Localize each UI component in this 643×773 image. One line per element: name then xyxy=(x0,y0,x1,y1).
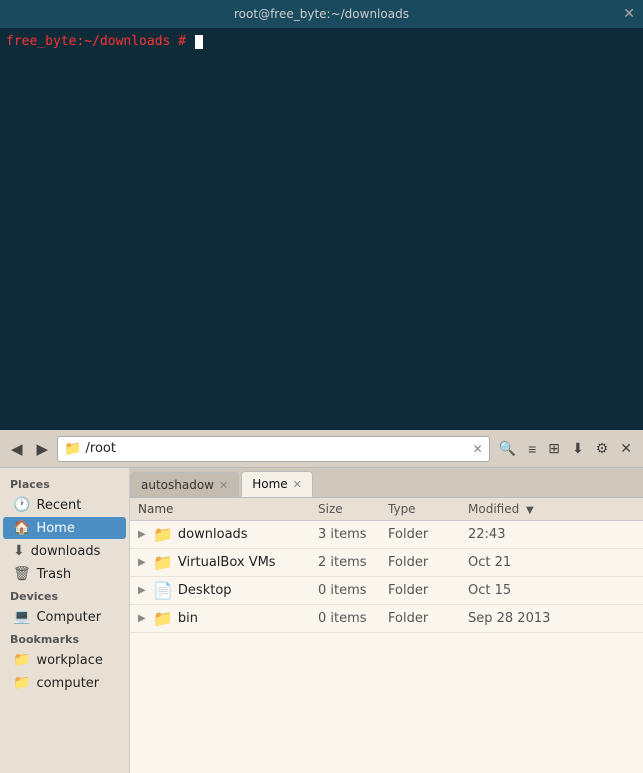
sidebar-item-downloads-label: downloads xyxy=(31,544,101,559)
sidebar-item-home-label: Home xyxy=(36,521,74,536)
fm-toolbar: ◀ ▶ 📁 /root ✕ 🔍 ≡ ⊞ ⬇ ⚙ ✕ xyxy=(0,430,643,468)
computer-bookmark-icon: 📁 xyxy=(13,675,30,691)
fm-table: Name Size Type Modified ▼ ▶ 📁 downloads … xyxy=(130,498,643,633)
sidebar-section-bookmarks: Bookmarks xyxy=(0,629,129,648)
location-text: /root xyxy=(86,441,116,456)
file-name: downloads xyxy=(178,527,248,542)
tab-home-label: Home xyxy=(252,477,287,491)
table-row[interactable]: ▶ 📄 Desktop 0 items Folder Oct 15 xyxy=(130,577,643,605)
terminal-cursor xyxy=(195,35,203,49)
fm-main: autoshadow ✕ Home ✕ Name Size Type xyxy=(130,468,643,773)
list-view-button[interactable]: ≡ xyxy=(523,438,541,460)
table-row[interactable]: ▶ 📁 downloads 3 items Folder 22:43 xyxy=(130,521,643,549)
toolbar-right: 🔍 ≡ ⊞ ⬇ ⚙ ✕ xyxy=(494,437,637,460)
tab-home[interactable]: Home ✕ xyxy=(241,471,313,497)
file-name-cell: ▶ 📄 Desktop xyxy=(138,581,302,600)
sidebar-item-computer-label: Computer xyxy=(36,610,101,625)
file-modified: Sep 28 2013 xyxy=(460,605,643,633)
table-header-row: Name Size Type Modified ▼ xyxy=(130,498,643,521)
file-name: bin xyxy=(178,611,198,626)
terminal-titlebar: root@free_byte:~/downloads ✕ xyxy=(0,0,643,28)
col-header-type[interactable]: Type xyxy=(380,498,460,521)
file-name: VirtualBox VMs xyxy=(178,555,276,570)
table-row[interactable]: ▶ 📁 VirtualBox VMs 2 items Folder Oct 21 xyxy=(130,549,643,577)
file-type-icon: 📁 xyxy=(153,553,173,572)
sidebar-item-recent-label: Recent xyxy=(36,498,81,513)
expand-icon: ▶ xyxy=(138,613,148,624)
sidebar-section-devices: Devices xyxy=(0,586,129,605)
recent-icon: 🕐 xyxy=(13,497,30,513)
home-icon: 🏠 xyxy=(13,520,30,536)
location-clear-button[interactable]: ✕ xyxy=(473,442,483,456)
fm-sidebar: Places 🕐 Recent 🏠 Home ⬇ downloads 🗑 Tra… xyxy=(0,468,130,773)
sidebar-item-workplace[interactable]: 📁 workplace xyxy=(3,649,126,671)
sidebar-section-places: Places xyxy=(0,474,129,493)
sidebar-item-trash[interactable]: 🗑 Trash xyxy=(3,563,126,585)
back-button[interactable]: ◀ xyxy=(6,437,28,461)
workplace-icon: 📁 xyxy=(13,652,30,668)
expand-icon: ▶ xyxy=(138,557,148,568)
file-size: 3 items xyxy=(310,521,380,549)
location-folder-icon: 📁 xyxy=(64,441,81,457)
col-header-name[interactable]: Name xyxy=(130,498,310,521)
sidebar-item-workplace-label: workplace xyxy=(36,653,102,668)
fm-content: Places 🕐 Recent 🏠 Home ⬇ downloads 🗑 Tra… xyxy=(0,468,643,773)
file-size: 0 items xyxy=(310,577,380,605)
file-modified: Oct 15 xyxy=(460,577,643,605)
computer-icon: 💻 xyxy=(13,609,30,625)
sort-arrow: ▼ xyxy=(526,505,534,516)
col-header-size[interactable]: Size xyxy=(310,498,380,521)
trash-icon: 🗑 xyxy=(13,566,31,582)
file-modified: 22:43 xyxy=(460,521,643,549)
file-type-icon: 📁 xyxy=(153,525,173,544)
sidebar-item-downloads[interactable]: ⬇ downloads xyxy=(3,540,126,562)
grid-view-button[interactable]: ⊞ xyxy=(543,437,565,460)
sidebar-item-computer[interactable]: 💻 Computer xyxy=(3,606,126,628)
sidebar-item-computer-bookmark-label: computer xyxy=(36,676,99,691)
file-manager: ◀ ▶ 📁 /root ✕ 🔍 ≡ ⊞ ⬇ ⚙ ✕ Places 🕐 Recen… xyxy=(0,430,643,773)
file-type-icon: 📄 xyxy=(153,581,173,600)
table-row[interactable]: ▶ 📁 bin 0 items Folder Sep 28 2013 xyxy=(130,605,643,633)
expand-icon: ▶ xyxy=(138,585,148,596)
download-button[interactable]: ⬇ xyxy=(567,437,589,460)
file-name-cell: ▶ 📁 VirtualBox VMs xyxy=(138,553,302,572)
terminal-close-button[interactable]: ✕ xyxy=(623,6,635,22)
tab-autoshadow-label: autoshadow xyxy=(141,478,214,492)
terminal-prompt: free_byte:~/downloads # xyxy=(6,34,194,49)
terminal-body[interactable]: free_byte:~/downloads # xyxy=(0,28,643,430)
search-button[interactable]: 🔍 xyxy=(494,437,521,460)
terminal-window: root@free_byte:~/downloads ✕ free_byte:~… xyxy=(0,0,643,430)
downloads-icon: ⬇ xyxy=(13,543,25,559)
sidebar-item-recent[interactable]: 🕐 Recent xyxy=(3,494,126,516)
tab-autoshadow-close[interactable]: ✕ xyxy=(219,479,228,492)
file-type: Folder xyxy=(380,549,460,577)
file-type: Folder xyxy=(380,521,460,549)
close-button[interactable]: ✕ xyxy=(615,437,637,460)
sidebar-item-computer-bookmark[interactable]: 📁 computer xyxy=(3,672,126,694)
file-name-cell: ▶ 📁 downloads xyxy=(138,525,302,544)
location-bar[interactable]: 📁 /root ✕ xyxy=(57,436,490,462)
tab-autoshadow[interactable]: autoshadow ✕ xyxy=(130,472,239,497)
terminal-title: root@free_byte:~/downloads xyxy=(234,7,409,21)
file-size: 0 items xyxy=(310,605,380,633)
settings-button[interactable]: ⚙ xyxy=(591,437,614,460)
col-header-modified[interactable]: Modified ▼ xyxy=(460,498,643,521)
file-name: Desktop xyxy=(178,583,232,598)
tab-home-close[interactable]: ✕ xyxy=(293,478,302,491)
expand-icon: ▶ xyxy=(138,529,148,540)
file-type: Folder xyxy=(380,577,460,605)
sidebar-item-trash-label: Trash xyxy=(37,567,71,582)
fm-table-container: Name Size Type Modified ▼ ▶ 📁 downloads … xyxy=(130,498,643,773)
file-size: 2 items xyxy=(310,549,380,577)
file-type-icon: 📁 xyxy=(153,609,173,628)
forward-button[interactable]: ▶ xyxy=(32,437,54,461)
file-type: Folder xyxy=(380,605,460,633)
sidebar-item-home[interactable]: 🏠 Home xyxy=(3,517,126,539)
file-modified: Oct 21 xyxy=(460,549,643,577)
fm-tabs: autoshadow ✕ Home ✕ xyxy=(130,468,643,498)
file-name-cell: ▶ 📁 bin xyxy=(138,609,302,628)
